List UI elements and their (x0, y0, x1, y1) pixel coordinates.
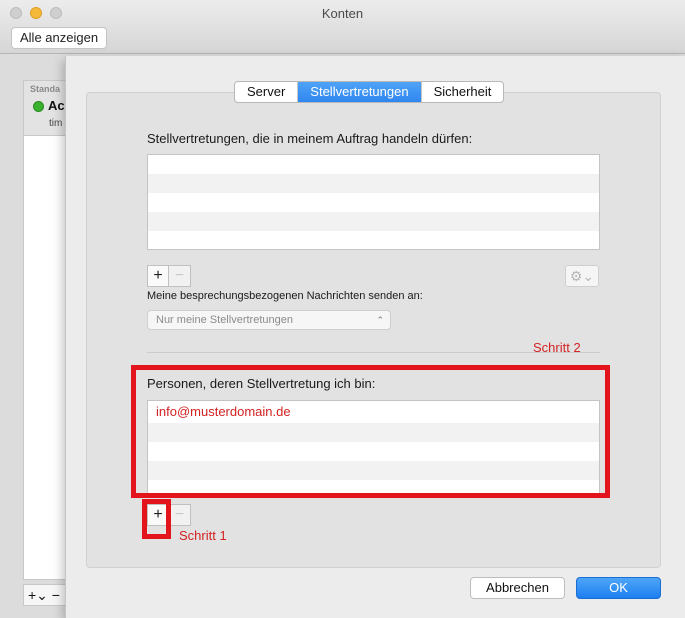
remove-delegate-button[interactable]: − (169, 265, 191, 287)
account-name: Ac (48, 98, 65, 113)
show-all-button[interactable]: Alle anzeigen (11, 27, 108, 49)
remove-principal-button[interactable]: − (169, 504, 191, 526)
annotation-step-2: Schritt 2 (533, 340, 581, 355)
window-title: Konten (321, 6, 364, 21)
delegates-add-remove: + − (147, 265, 191, 287)
meeting-messages-label: Meine besprechungsbezogenen Nachrichten … (147, 290, 423, 302)
delegates-label: Stellvertretungen, die in meinem Auftrag… (147, 131, 473, 146)
list-item (148, 155, 599, 174)
chevron-updown-icon: ⌃ (376, 315, 384, 325)
tab-security[interactable]: Sicherheit (422, 82, 504, 102)
annotation-frame-principals (131, 365, 610, 498)
tab-delegates[interactable]: Stellvertretungen (298, 82, 422, 102)
cancel-button[interactable]: Abbrechen (470, 577, 565, 599)
list-item (148, 212, 599, 231)
meeting-messages-select[interactable]: Nur meine Stellvertretungen ⌃ (147, 310, 391, 330)
list-item (148, 231, 599, 249)
window-titlebar: Konten Alle anzeigen (0, 0, 685, 54)
annotation-frame-add-button (142, 499, 171, 539)
tab-bar: Server Stellvertretungen Sicherheit (234, 81, 505, 103)
meeting-messages-value: Nur meine Stellvertretungen (156, 314, 293, 326)
delegates-sheet: Server Stellvertretungen Sicherheit Stel… (65, 56, 685, 618)
tab-server[interactable]: Server (235, 82, 299, 102)
account-status-icon (33, 101, 44, 112)
account-subtitle: tim (49, 118, 63, 129)
gear-icon: ⚙⌄ (569, 268, 595, 284)
annotation-step-1: Schritt 1 (179, 528, 227, 543)
ok-button[interactable]: OK (576, 577, 661, 599)
gear-menu-button[interactable]: ⚙⌄ (565, 265, 599, 287)
delegates-list[interactable] (147, 154, 600, 250)
add-delegate-button[interactable]: + (147, 265, 169, 287)
accounts-group-header: Standa (30, 84, 61, 94)
list-item (148, 193, 599, 212)
list-item (148, 174, 599, 193)
